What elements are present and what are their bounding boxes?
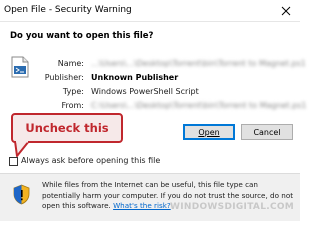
callout-pointer: [14, 141, 30, 157]
watermark: WINDOWSDIGITAL.COM: [170, 202, 295, 212]
always-ask-checkbox[interactable]: [9, 157, 18, 166]
window-title: Open File - Security Warning: [4, 5, 132, 15]
uncheck-callout: Uncheck this: [11, 113, 123, 143]
always-ask-label[interactable]: Always ask before opening this file: [21, 156, 160, 165]
close-button[interactable]: [276, 3, 296, 19]
title-bar: Open File - Security Warning: [0, 0, 300, 22]
whats-the-risk-link[interactable]: What's the risk?: [113, 201, 171, 210]
publisher-value: Unknown Publisher: [91, 73, 179, 82]
name-value: ...\Users\...\Desktop\Torrent\bin\Torren…: [91, 59, 306, 68]
cancel-button[interactable]: Cancel: [241, 124, 293, 140]
security-shield-icon: [13, 184, 30, 205]
callout-text: Uncheck this: [25, 121, 109, 135]
publisher-label: Publisher:: [44, 73, 84, 82]
open-button-label: Open: [198, 127, 220, 137]
dialog-question: Do you want to open this file?: [10, 31, 154, 41]
cancel-button-label: Cancel: [253, 127, 281, 137]
open-button[interactable]: Open: [183, 124, 235, 140]
name-label: Name:: [57, 59, 84, 68]
type-label: Type:: [62, 87, 84, 96]
close-icon: [281, 6, 291, 16]
type-value: Windows PowerShell Script: [91, 87, 199, 96]
from-value: C:\Users\...\Desktop\Torrent\bin\Torrent…: [91, 101, 307, 110]
from-label: From:: [61, 101, 84, 110]
